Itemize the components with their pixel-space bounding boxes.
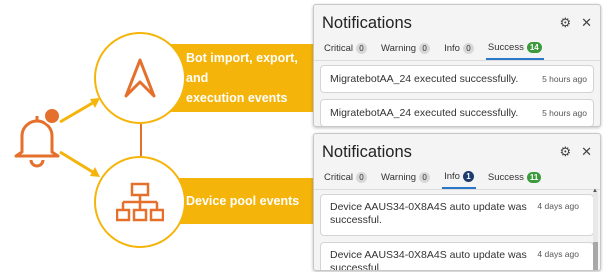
notification-item[interactable]: MigratebotAA_24 executed successfully. 5… <box>320 65 594 93</box>
tab-critical[interactable]: Critical 0 <box>322 37 369 60</box>
scroll-up-arrow-icon[interactable]: ▲ <box>592 188 598 194</box>
notification-message-line1: Device AAUS34-0X8A4S auto update was <box>330 201 527 213</box>
notification-message: MigratebotAA_24 executed successfully. <box>330 72 519 85</box>
bot-events-label-line1: Bot import, export, and <box>186 51 298 85</box>
panel-header: Notifications ⚙ ✕ <box>314 134 600 164</box>
count-badge: 0 <box>462 43 474 54</box>
notification-item[interactable]: MigratebotAA_24 executed successfully. 5… <box>320 99 594 126</box>
connector-line <box>140 124 142 156</box>
count-badge: 0 <box>356 43 368 54</box>
tab-warning[interactable]: Warning 0 <box>379 37 432 60</box>
notification-tabs: Critical 0 Warning 0 Info 1 Success 11 <box>314 164 600 190</box>
device-pool-label: Device pool events <box>186 194 300 208</box>
notifications-panel-info: Notifications ⚙ ✕ Critical 0 Warning 0 I… <box>313 133 601 271</box>
notification-message: MigratebotAA_24 executed successfully. <box>330 106 519 119</box>
scrollbar-thumb[interactable] <box>593 242 598 270</box>
notification-time: 4 days ago <box>537 249 579 259</box>
notifications-panel-success: Notifications ⚙ ✕ Critical 0 Warning 0 I… <box>313 4 601 127</box>
scrollbar[interactable] <box>593 190 598 270</box>
count-badge: 0 <box>419 172 431 183</box>
notification-time: 4 days ago <box>537 201 579 211</box>
count-badge: 11 <box>526 172 542 183</box>
count-badge: 1 <box>462 171 474 182</box>
device-pool-circle <box>94 156 186 248</box>
notification-item[interactable]: Device AAUS34-0X8A4S auto update was suc… <box>320 242 594 271</box>
close-icon[interactable]: ✕ <box>581 144 592 160</box>
tab-success[interactable]: Success 11 <box>486 166 543 189</box>
bell-icon <box>8 106 66 170</box>
notification-message-line2: successful. <box>330 262 382 271</box>
automation-logo-circle <box>94 32 186 124</box>
gear-icon[interactable]: ⚙ <box>559 144 571 160</box>
notification-message-line2: successful. <box>330 214 382 226</box>
device-pool-icon <box>116 182 164 222</box>
bot-events-label-line2: execution events <box>186 91 288 105</box>
count-badge: 0 <box>356 172 368 183</box>
panel-header: Notifications ⚙ ✕ <box>314 5 600 35</box>
tab-warning[interactable]: Warning 0 <box>379 166 432 189</box>
panel-title: Notifications <box>322 142 412 161</box>
tab-critical[interactable]: Critical 0 <box>322 166 369 189</box>
tab-success[interactable]: Success 14 <box>485 37 544 60</box>
gear-icon[interactable]: ⚙ <box>559 15 571 31</box>
notification-tabs: Critical 0 Warning 0 Info 0 Success 14 <box>314 35 600 61</box>
notification-list: MigratebotAA_24 executed successfully. 5… <box>314 61 600 126</box>
automation-logo-icon <box>124 58 156 98</box>
notification-time: 5 hours ago <box>542 108 587 118</box>
tab-info[interactable]: Info 1 <box>442 166 476 189</box>
close-icon[interactable]: ✕ <box>581 15 592 31</box>
panel-title: Notifications <box>322 13 412 32</box>
notification-item[interactable]: Device AAUS34-0X8A4S auto update was suc… <box>320 194 594 236</box>
tab-info[interactable]: Info 0 <box>442 37 476 60</box>
notification-message-line1: Device AAUS34-0X8A4S auto update was <box>330 249 527 261</box>
count-badge: 14 <box>526 42 542 53</box>
count-badge: 0 <box>419 43 431 54</box>
notification-time: 5 hours ago <box>542 74 587 84</box>
notification-list: ▲ Device AAUS34-0X8A4S auto update was s… <box>314 188 600 271</box>
